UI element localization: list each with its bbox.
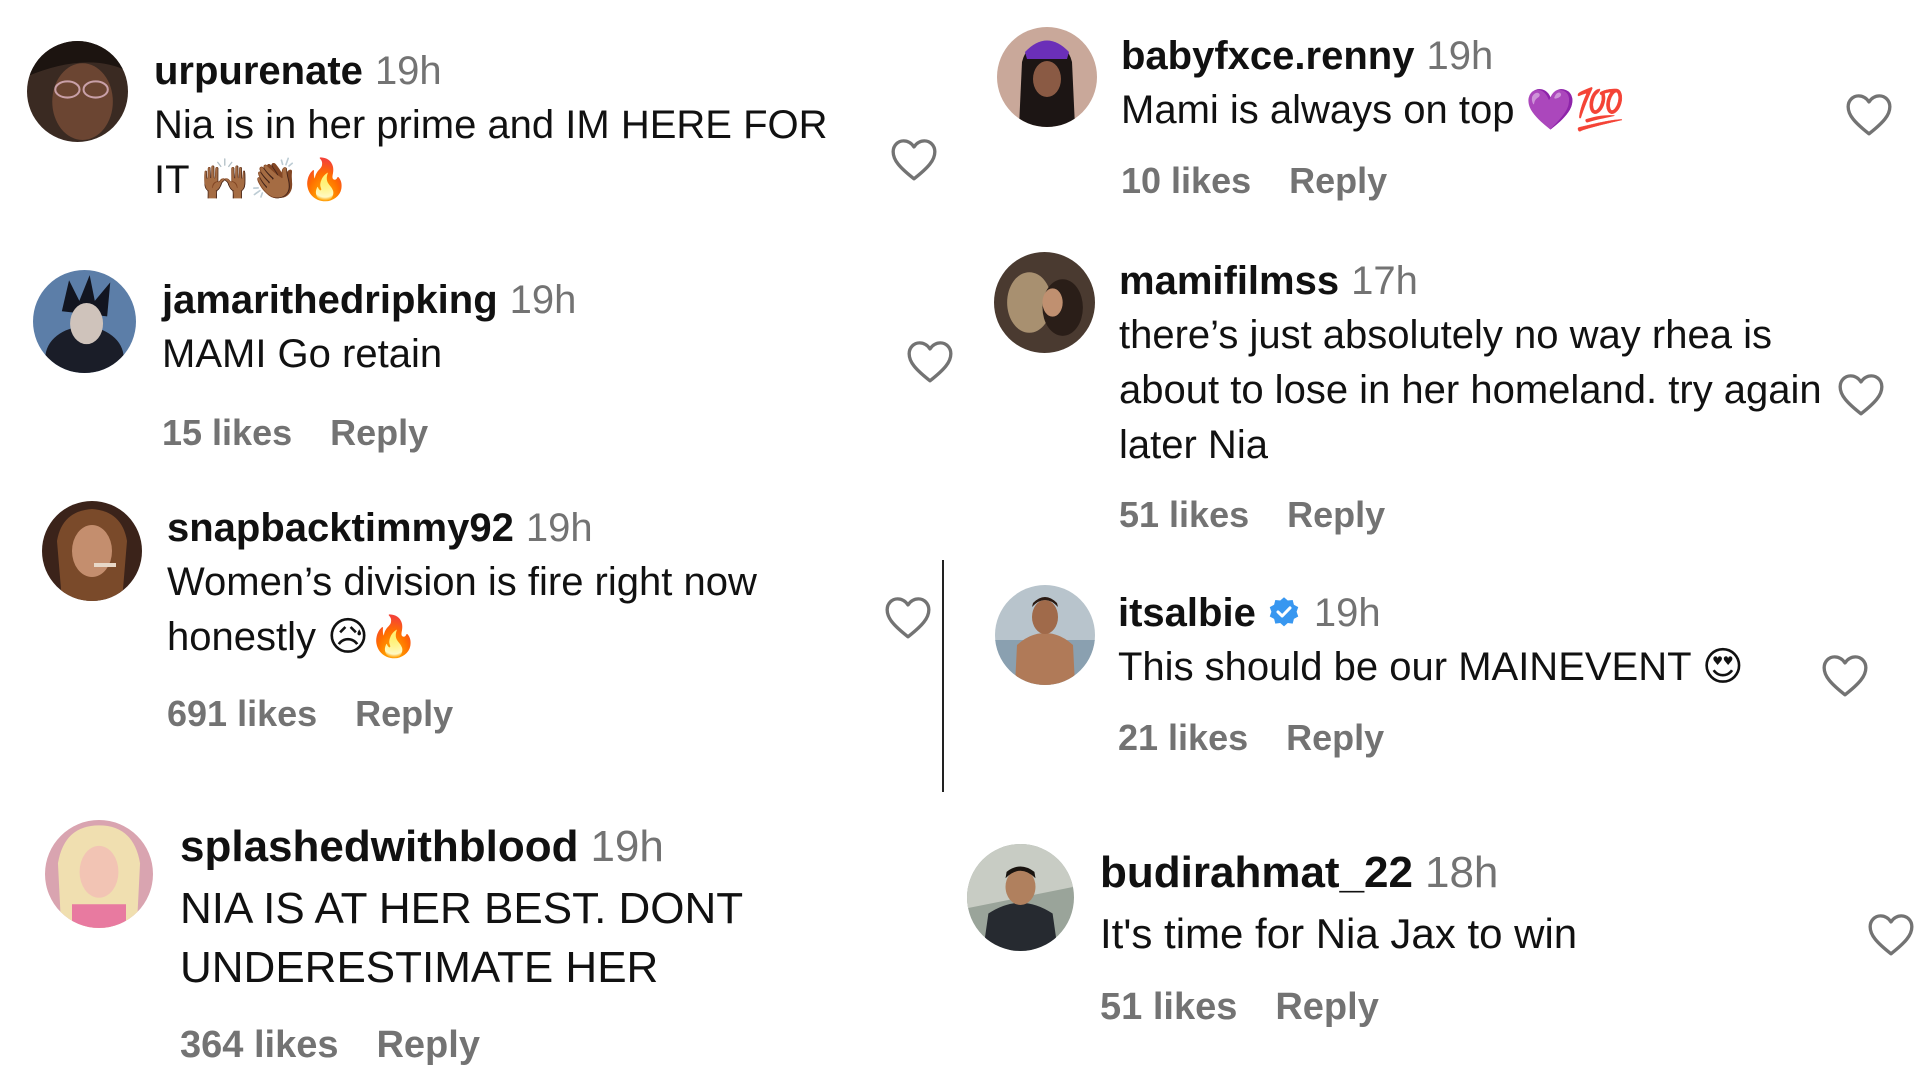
like-count[interactable]: 15 likes [162, 412, 292, 453]
timestamp: 17h [1351, 259, 1418, 303]
like-count[interactable]: 51 likes [1119, 494, 1249, 535]
comment-text: MAMI Go retain [162, 332, 443, 376]
timestamp: 19h [525, 506, 593, 550]
reply-button[interactable]: Reply [1275, 986, 1378, 1028]
timestamp: 18h [1424, 848, 1499, 897]
comment-jamarithedripking: jamarithedripking 19h MAMI Go retain 15 l… [0, 230, 953, 480]
verified-badge-icon [1266, 595, 1302, 631]
username[interactable]: snapbacktimmy92 [167, 506, 514, 550]
avatar[interactable] [45, 820, 153, 928]
timestamp: 19h [1426, 34, 1494, 78]
username[interactable]: jamarithedripking [162, 278, 498, 322]
like-count[interactable]: 10 likes [1121, 160, 1251, 201]
reply-button[interactable]: Reply [376, 1024, 479, 1066]
column-divider [942, 560, 944, 792]
heart-icon[interactable] [1844, 91, 1894, 137]
comment-text: NIA IS AT HER BEST. DONT UNDERESTIMATE H… [180, 883, 743, 993]
comment-urpurenate: urpurenate 19h Nia is in her prime and IM… [0, 0, 950, 230]
timestamp: 19h [509, 278, 577, 322]
timestamp: 19h [590, 822, 664, 871]
avatar[interactable] [967, 844, 1074, 951]
reply-button[interactable]: Reply [1287, 494, 1385, 535]
comment-snapbacktimmy92: snapbacktimmy92 19h Women’s division is f… [0, 480, 940, 800]
comment-text: there’s just absolutely no way rhea is a… [1119, 313, 1822, 467]
heart-icon[interactable] [883, 594, 933, 640]
like-count[interactable]: 691 likes [167, 693, 317, 734]
timestamp: 19h [374, 49, 442, 93]
reply-button[interactable]: Reply [1289, 160, 1387, 201]
username[interactable]: splashedwithblood [180, 822, 578, 871]
heart-icon[interactable] [889, 136, 939, 182]
reply-button[interactable]: Reply [355, 693, 453, 734]
comment-babyfxce-renny: babyfxce.renny 19h Mami is always on top … [960, 0, 1920, 230]
username[interactable]: babyfxce.renny [1121, 34, 1414, 78]
avatar[interactable] [997, 27, 1097, 127]
username[interactable]: budirahmat_22 [1100, 848, 1413, 897]
comment-budirahmat-22: budirahmat_22 18h It's time for Nia Jax t… [960, 820, 1920, 1080]
comment-text: It's time for Nia Jax to win [1100, 909, 1578, 957]
avatar[interactable] [994, 252, 1095, 353]
reply-button[interactable]: Reply [1286, 717, 1384, 758]
like-count[interactable]: 51 likes [1100, 986, 1237, 1028]
comment-text: Nia is in her prime and IM HERE FOR IT 🙌… [154, 103, 828, 202]
avatar[interactable] [27, 41, 128, 142]
heart-icon[interactable] [905, 338, 955, 384]
avatar[interactable] [42, 501, 142, 601]
heart-icon[interactable] [1836, 371, 1886, 417]
comment-text: Women’s division is fire right now hones… [167, 560, 757, 659]
reply-button[interactable]: Reply [330, 412, 428, 453]
comment-mamifilmss: mamifilmss 17h there’s just absolutely no… [960, 230, 1920, 550]
username[interactable]: urpurenate [154, 49, 363, 93]
avatar[interactable] [995, 585, 1095, 685]
comment-text: This should be our MAINEVENT 😍 [1118, 645, 1744, 689]
like-count[interactable]: 21 likes [1118, 717, 1248, 758]
avatar[interactable] [33, 270, 136, 373]
comment-text: Mami is always on top 💜💯 [1121, 88, 1626, 132]
heart-icon[interactable] [1820, 652, 1870, 698]
username[interactable]: mamifilmss [1119, 259, 1339, 303]
username[interactable]: itsalbie [1118, 591, 1256, 635]
comment-splashedwithblood: splashedwithblood 19h NIA IS AT HER BEST.… [0, 800, 940, 1080]
timestamp: 19h [1313, 591, 1381, 635]
like-count[interactable]: 364 likes [180, 1024, 338, 1066]
heart-icon[interactable] [1866, 911, 1916, 957]
comment-itsalbie: itsalbie 19h This should be our MAINEVENT… [960, 560, 1920, 810]
